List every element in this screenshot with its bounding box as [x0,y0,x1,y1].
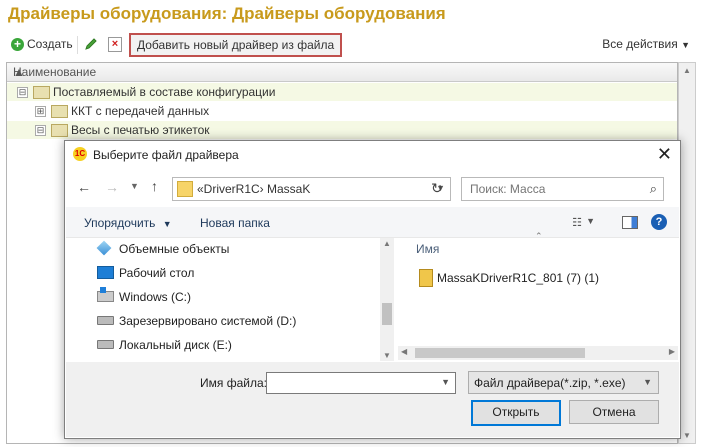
filename-input[interactable] [270,375,434,391]
scroll-up-icon[interactable]: ▲ [683,66,691,75]
chevron-down-icon[interactable]: ▼ [441,377,450,387]
all-actions-label: Все действия [602,37,678,51]
help-icon[interactable]: ? [651,214,667,230]
open-button[interactable]: Открыть [471,400,561,426]
back-arrow-icon[interactable]: ← [77,179,91,195]
desktop-icon [97,266,114,279]
file-item[interactable]: MassaKDriverR1C_801 (7) (1) [419,268,659,288]
file-name: MassaKDriverR1C_801 (7) (1) [437,271,600,285]
column-name-header[interactable]: Имя [416,242,439,256]
scrollbar-thumb[interactable] [382,303,392,325]
folder-icon [33,86,50,99]
toolbar-divider [77,36,78,54]
sort-icon[interactable]: ▲ [13,65,669,79]
edit-button[interactable] [84,37,98,54]
row-label: Весы с печатью этикеток [71,123,210,137]
command-bar: Упорядочить ▼ Новая папка ☷ ▼ ? [66,207,679,238]
all-actions-menu[interactable]: Все действия ▼ [602,37,690,51]
pencil-icon [85,38,97,50]
file-type-label: Файл драйвера(*.zip, *.exe) [474,376,626,390]
expand-icon[interactable]: ⊞ [35,106,46,117]
organize-button[interactable]: Упорядочить ▼ [84,216,172,230]
nav-item-label: Windows (C:) [119,290,192,304]
scroll-down-icon[interactable]: ▼ [683,431,691,440]
nav-item-label: Объемные объекты [119,242,230,256]
collapse-icon[interactable]: ⊟ [17,87,28,98]
up-arrow-icon[interactable]: ↑ [151,178,158,194]
drive-icon [97,340,114,349]
scroll-up-icon[interactable]: ▲ [383,239,391,248]
search-icon: ⌕ [649,181,657,196]
close-icon[interactable]: ✕ [657,144,672,165]
nav-item-label: Рабочий стол [119,266,195,280]
scroll-down-icon[interactable]: ▼ [383,351,391,360]
filename-label: Имя файла: [200,376,267,390]
filename-combobox[interactable]: ▼ [266,372,456,394]
add-driver-from-file-button[interactable]: Добавить новый драйвер из файла [129,33,343,57]
zip-folder-icon [419,269,433,287]
collapse-icon[interactable]: ⊟ [35,125,46,136]
search-box[interactable]: ⌕ [461,177,664,201]
scroll-right-icon[interactable]: ▶ [669,347,675,356]
folder-icon [51,124,68,137]
table-row[interactable]: ⊟ Весы с печатью этикеток [7,121,677,139]
page-title: Драйверы оборудования: Драйверы оборудов… [8,4,446,23]
nav-item-windows-c[interactable]: Windows (C:) [97,286,377,308]
nav-item-desktop[interactable]: Рабочий стол [97,262,377,284]
nav-item-3d-objects[interactable]: Объемные объекты [96,238,377,260]
recent-chevron-icon[interactable]: ▼ [130,181,139,191]
nav-item-label: Локальный диск (E:) [119,338,232,352]
3d-objects-icon [96,240,112,256]
scrollbar-thumb[interactable] [415,348,585,358]
view-mode-icon[interactable]: ☷ [572,216,582,229]
sort-ascending-icon[interactable]: ⌃ [535,231,543,242]
chevron-down-icon[interactable]: ▼ [586,216,595,226]
new-folder-button[interactable]: Новая папка [200,216,270,230]
preview-pane-icon[interactable] [622,216,638,229]
scroll-left-icon[interactable]: ◀ [401,347,407,356]
table-row[interactable]: ⊞ ККТ с передачей данных [7,102,677,120]
forward-arrow-icon[interactable]: → [105,179,119,195]
folder-icon [177,181,193,197]
row-label: Поставляемый в составе конфигурации [53,85,276,99]
create-button[interactable]: + Создать [11,37,73,51]
search-input[interactable] [468,181,642,197]
create-button-label: Создать [27,37,73,51]
chevron-down-icon: ▼ [162,219,172,229]
chevron-down-icon: ▼ [681,40,690,50]
chevron-down-icon: ▼ [643,377,652,387]
windows-drive-icon [97,287,114,302]
dialog-title: Выберите файл драйвера [93,148,239,162]
nav-pane-scrollbar[interactable]: ▲ ▼ [380,238,394,361]
file-type-select[interactable]: Файл драйвера(*.zip, *.exe) ▼ [468,371,659,394]
address-path: «DriverR1C› MassaK [197,182,311,196]
drive-icon [97,316,114,325]
plus-icon: + [11,37,24,51]
organize-label: Упорядочить [84,216,156,230]
cancel-button[interactable]: Отмена [569,400,659,424]
nav-item-local-e[interactable]: Локальный диск (E:) [97,334,377,356]
address-bar[interactable]: «DriverR1C› MassaK ▼ [172,177,451,201]
table-header: Наименование ▲ [7,63,677,82]
refresh-icon[interactable]: ↻ [431,180,443,197]
nav-item-label: Зарезервировано системой (D:) [119,314,297,328]
nav-item-reserved-d[interactable]: Зарезервировано системой (D:) [97,310,377,332]
row-label: ККТ с передачей данных [71,104,210,118]
file-open-dialog: 1С Выберите файл драйвера ✕ ← → ▼ ↑ «Dri… [64,140,681,439]
1c-logo-icon: 1С [73,147,87,161]
folder-icon [51,105,68,118]
delete-icon[interactable]: × [108,37,122,52]
table-row[interactable]: ⊟ Поставляемый в составе конфигурации [7,83,677,101]
